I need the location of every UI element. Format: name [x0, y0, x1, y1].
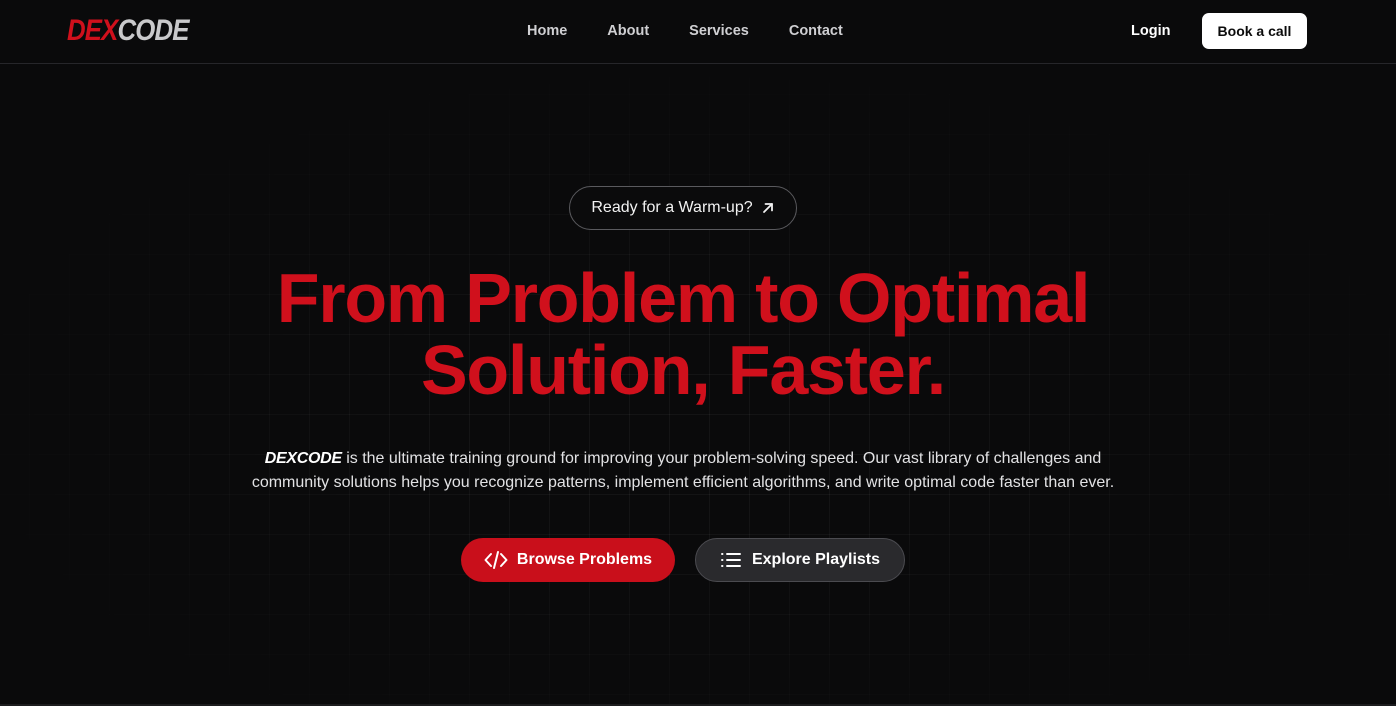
logo[interactable]: DEXCODE	[67, 13, 189, 49]
nav-link-contact[interactable]: Contact	[789, 22, 843, 40]
list-icon	[720, 551, 742, 569]
login-link[interactable]: Login	[1131, 22, 1170, 40]
hero-headline: From Problem to Optimal Solution, Faster…	[0, 262, 1366, 406]
hero-headline-line1: From Problem to Optimal	[276, 259, 1091, 337]
hero-headline-line2: Solution, Faster.	[420, 331, 946, 409]
nav-link-home[interactable]: Home	[527, 22, 567, 40]
landing-page: DEXCODE Home About Services Contact Logi…	[0, 0, 1396, 706]
description-text: is the ultimate training ground for impr…	[251, 450, 1115, 491]
book-a-call-button[interactable]: Book a call	[1202, 13, 1307, 49]
explore-playlists-button[interactable]: Explore Playlists	[695, 538, 905, 582]
top-navbar: DEXCODE Home About Services Contact Logi…	[0, 0, 1396, 64]
nav-link-about[interactable]: About	[607, 22, 649, 40]
explore-playlists-label: Explore Playlists	[751, 551, 881, 568]
logo-dex: DEX	[67, 14, 118, 47]
code-icon	[484, 550, 508, 570]
warmup-badge-button[interactable]: Ready for a Warm-up?	[569, 186, 797, 230]
arrow-up-right-icon	[761, 201, 775, 215]
hero-description: DEXCODE is the ultimate training ground …	[233, 447, 1133, 495]
warmup-badge-label: Ready for a Warm-up?	[591, 199, 753, 216]
browse-problems-label: Browse Problems	[516, 551, 653, 568]
nav-links: Home About Services Contact	[527, 22, 843, 40]
logo-code: CODE	[117, 14, 189, 47]
description-brand: DEXCODE	[264, 450, 342, 467]
browse-problems-button[interactable]: Browse Problems	[461, 538, 675, 582]
nav-link-services[interactable]: Services	[689, 22, 749, 40]
